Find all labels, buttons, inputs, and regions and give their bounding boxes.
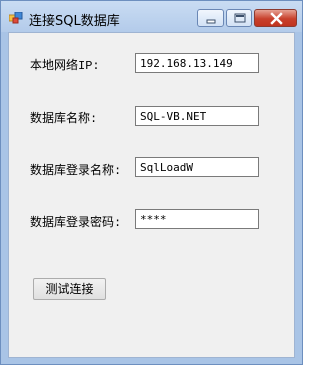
maximize-button[interactable] xyxy=(226,9,252,27)
login-name-label: 数据库登录名称: xyxy=(30,164,122,178)
password-input[interactable]: **** xyxy=(135,209,259,229)
maximize-icon xyxy=(234,13,246,23)
minimize-button[interactable] xyxy=(197,9,224,27)
minimize-icon xyxy=(206,19,216,24)
close-button[interactable] xyxy=(254,9,297,27)
db-name-input[interactable]: SQL-VB.NET xyxy=(135,106,259,126)
form-client-area: 本地网络IP: 192.168.13.149 数据库名称: SQL-VB.NET… xyxy=(8,32,295,358)
close-icon xyxy=(270,12,283,25)
ip-label: 本地网络IP: xyxy=(30,59,100,73)
password-label: 数据库登录密码: xyxy=(30,216,122,230)
window-title: 连接SQL数据库 xyxy=(29,14,120,29)
login-name-input[interactable]: SqlLoadW xyxy=(135,157,259,177)
app-window-icon xyxy=(8,11,23,24)
test-connection-button[interactable]: 测试连接 xyxy=(33,278,106,300)
connect-sql-window: 连接SQL数据库 本地网络IP: 192.168.13.149 数据库名称: S… xyxy=(0,0,303,365)
title-bar[interactable]: 连接SQL数据库 xyxy=(1,1,302,32)
ip-input[interactable]: 192.168.13.149 xyxy=(135,53,259,73)
db-name-label: 数据库名称: xyxy=(30,112,98,126)
